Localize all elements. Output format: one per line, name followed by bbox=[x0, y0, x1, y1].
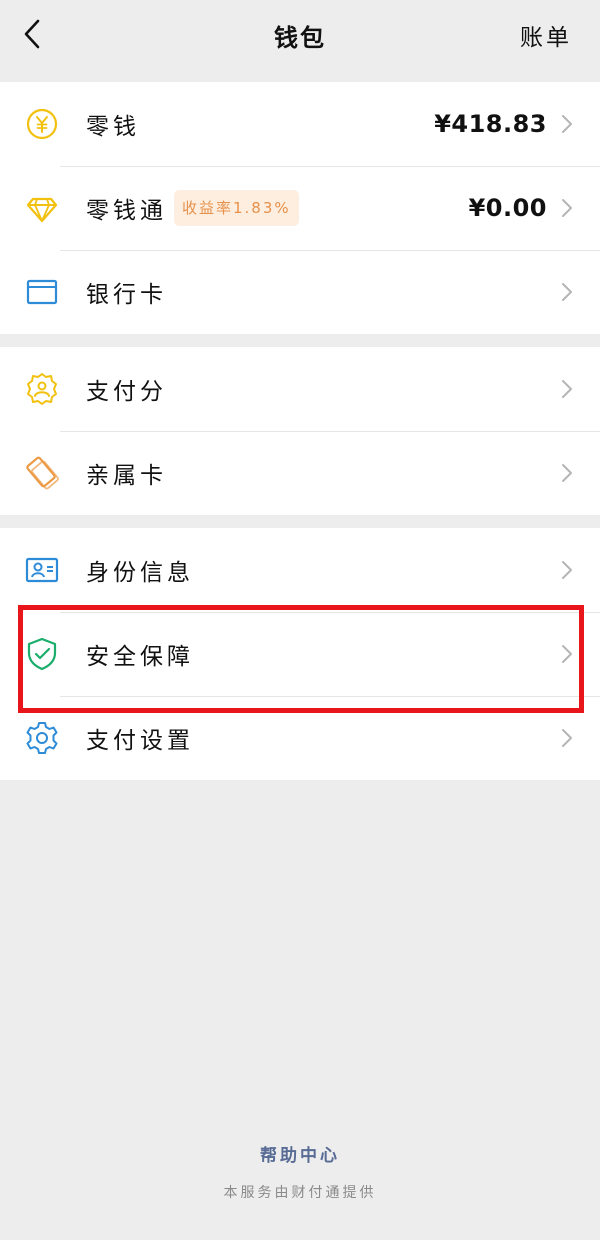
pay-score-icon bbox=[24, 371, 60, 407]
menu-item-pay-settings[interactable]: 支付设置 bbox=[0, 696, 600, 780]
chevron-right-icon bbox=[560, 281, 574, 303]
menu-item-identity[interactable]: 身份信息 bbox=[0, 528, 600, 612]
bill-button[interactable]: 账单 bbox=[520, 18, 572, 52]
menu-item-label: 支付分 bbox=[86, 379, 167, 405]
wallet-group-settings: 身份信息 安全保障 支付设置 bbox=[0, 528, 600, 780]
page-title: 钱包 bbox=[274, 24, 326, 52]
menu-item-lingqiantong[interactable]: 零钱通 收益率1.83% ¥0.00 bbox=[0, 166, 600, 250]
chevron-right-icon bbox=[560, 197, 574, 219]
wallet-group-services: 支付分 亲属卡 bbox=[0, 347, 600, 515]
menu-item-label: 零钱通 bbox=[86, 198, 167, 224]
bank-card-icon bbox=[24, 274, 60, 310]
id-card-icon bbox=[24, 552, 60, 588]
menu-item-label: 身份信息 bbox=[86, 560, 194, 586]
yen-coin-icon bbox=[24, 106, 60, 142]
menu-item-label: 亲属卡 bbox=[86, 463, 167, 489]
chevron-right-icon bbox=[560, 113, 574, 135]
chevron-right-icon bbox=[560, 559, 574, 581]
chevron-right-icon bbox=[560, 727, 574, 749]
yield-rate-badge: 收益率1.83% bbox=[174, 190, 299, 226]
menu-item-security[interactable]: 安全保障 bbox=[0, 612, 600, 696]
menu-item-label: 银行卡 bbox=[86, 282, 167, 308]
change-balance: ¥418.83 bbox=[434, 110, 547, 138]
chevron-right-icon bbox=[560, 462, 574, 484]
wallet-group-balance: 零钱 ¥418.83 零钱通 收益率1.83% ¥0.00 银行卡 bbox=[0, 82, 600, 334]
chevron-right-icon bbox=[560, 643, 574, 665]
help-center-link[interactable]: 帮助中心 bbox=[0, 1141, 600, 1166]
family-card-icon bbox=[24, 455, 60, 491]
chevron-right-icon bbox=[560, 378, 574, 400]
lingqiantong-balance: ¥0.00 bbox=[468, 194, 547, 222]
menu-item-label: 支付设置 bbox=[86, 728, 194, 754]
service-provider-note: 本服务由财付通提供 bbox=[223, 1185, 377, 1201]
gear-icon bbox=[24, 720, 60, 756]
menu-item-family-card[interactable]: 亲属卡 bbox=[0, 431, 600, 515]
shield-check-icon bbox=[24, 636, 60, 672]
top-bar: 钱包 账单 bbox=[0, 0, 600, 80]
menu-item-label: 安全保障 bbox=[86, 644, 194, 670]
menu-item-bank-card[interactable]: 银行卡 bbox=[0, 250, 600, 334]
menu-item-pay-score[interactable]: 支付分 bbox=[0, 347, 600, 431]
menu-item-label: 零钱 bbox=[86, 114, 140, 140]
diamond-icon bbox=[24, 190, 60, 226]
menu-item-change[interactable]: 零钱 ¥418.83 bbox=[0, 82, 600, 166]
